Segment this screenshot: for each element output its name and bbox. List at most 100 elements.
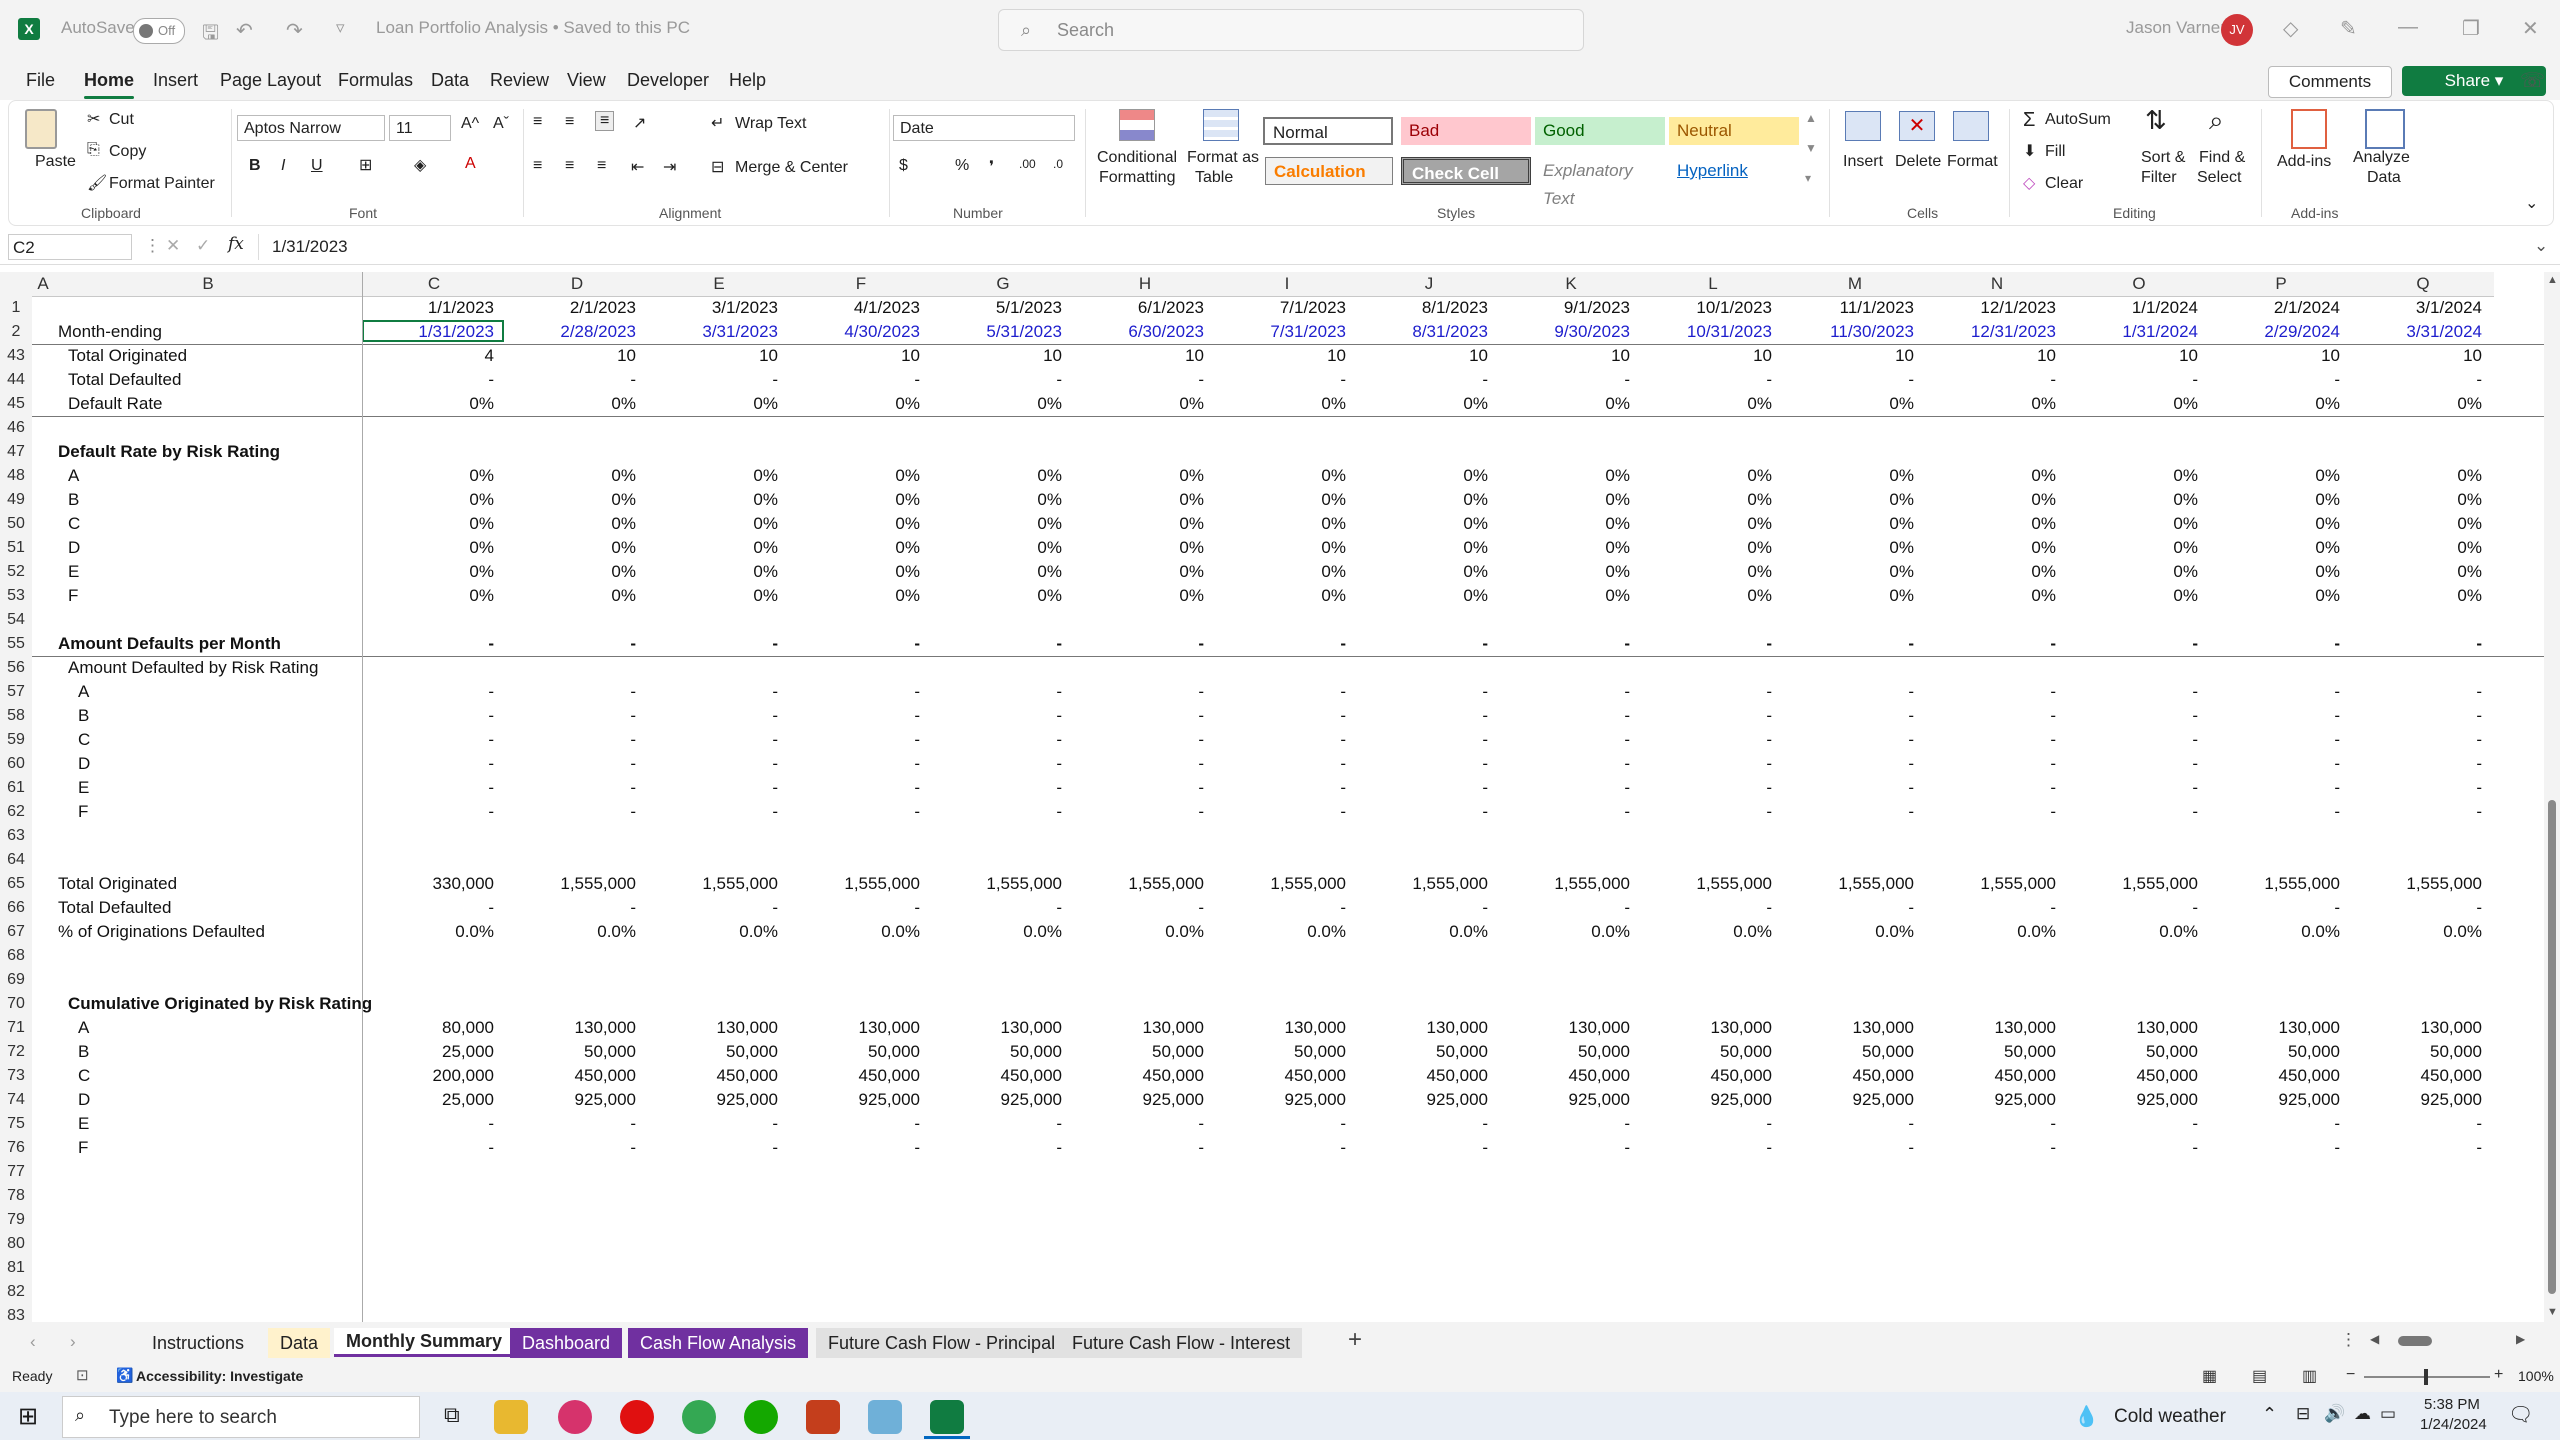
wrap-text-button[interactable]: Wrap Text	[735, 115, 806, 133]
value-cell[interactable]: 0%	[1784, 586, 1914, 606]
value-cell[interactable]: 0%	[362, 514, 494, 534]
month-end-cell[interactable]: 6/30/2023	[1074, 322, 1204, 342]
value-cell[interactable]: 925,000	[1358, 1090, 1488, 1110]
value-cell[interactable]: 0%	[2068, 466, 2198, 486]
sheet-tab-dashboard[interactable]: Dashboard	[510, 1328, 623, 1358]
value-cell[interactable]: 0%	[1358, 562, 1488, 582]
increase-decimal-icon[interactable]: .00	[1019, 157, 1036, 171]
paste-icon[interactable]	[25, 109, 57, 149]
excel-taskbar-icon[interactable]	[930, 1400, 964, 1434]
value-cell[interactable]: 0%	[1216, 514, 1346, 534]
value-cell[interactable]: 0%	[932, 538, 1062, 558]
value-cell[interactable]: -	[1074, 778, 1204, 798]
date-cell[interactable]: 3/1/2024	[2352, 298, 2482, 318]
value-cell[interactable]: -	[1216, 898, 1346, 918]
column-header-g[interactable]: G	[932, 272, 1074, 297]
value-cell[interactable]: 0%	[932, 394, 1062, 414]
row-header[interactable]: 49	[0, 488, 32, 512]
value-cell[interactable]: -	[1784, 754, 1914, 774]
value-cell[interactable]: -	[1358, 682, 1488, 702]
value-cell[interactable]: -	[1926, 730, 2056, 750]
month-end-cell[interactable]: 12/31/2023	[1926, 322, 2056, 342]
value-cell[interactable]: 130,000	[932, 1018, 1062, 1038]
comma-icon[interactable]: ❜	[989, 157, 994, 177]
value-cell[interactable]: -	[1784, 1138, 1914, 1158]
snipping-tool-icon[interactable]	[558, 1400, 592, 1434]
value-cell[interactable]: 0.0%	[932, 922, 1062, 942]
row-header[interactable]: 65	[0, 872, 32, 896]
value-cell[interactable]: -	[2210, 706, 2340, 726]
value-cell[interactable]: 0%	[648, 466, 778, 486]
value-cell[interactable]: 25,000	[362, 1090, 494, 1110]
row-header[interactable]: 70	[0, 992, 32, 1016]
row-header[interactable]: 61	[0, 776, 32, 800]
value-cell[interactable]: -	[1216, 370, 1346, 390]
restore-icon[interactable]: ❐	[2462, 16, 2480, 41]
row-header[interactable]: 80	[0, 1232, 32, 1256]
sheet-tab-instructions[interactable]: Instructions	[140, 1328, 256, 1358]
value-cell[interactable]: 0%	[1074, 562, 1204, 582]
value-cell[interactable]: -	[790, 682, 920, 702]
value-cell[interactable]: 0%	[2352, 586, 2482, 606]
value-cell[interactable]: -	[1074, 1114, 1204, 1134]
value-cell[interactable]: -	[1500, 706, 1630, 726]
value-cell[interactable]: -	[1216, 634, 1346, 654]
value-cell[interactable]: -	[932, 1114, 1062, 1134]
row-label[interactable]: E	[68, 562, 79, 582]
value-cell[interactable]: -	[2210, 370, 2340, 390]
percent-icon[interactable]: %	[955, 157, 969, 175]
minimize-icon[interactable]: —	[2398, 16, 2418, 39]
row-header[interactable]: 67	[0, 920, 32, 944]
month-end-cell[interactable]: 2/28/2023	[506, 322, 636, 342]
delete-cells-icon[interactable]: ✕	[1899, 111, 1935, 141]
add-ins-icon[interactable]	[2291, 109, 2327, 149]
value-cell[interactable]: 0%	[1500, 514, 1630, 534]
style-hyperlink[interactable]: Hyperlink	[1669, 157, 1799, 185]
value-cell[interactable]: -	[1926, 898, 2056, 918]
conditional-formatting-icon[interactable]	[1119, 109, 1155, 141]
tab-home[interactable]: Home	[84, 70, 135, 99]
value-cell[interactable]: 10	[2210, 346, 2340, 366]
value-cell[interactable]: -	[1216, 1114, 1346, 1134]
value-cell[interactable]: 130,000	[1216, 1018, 1346, 1038]
clear-button[interactable]: Clear	[2045, 175, 2083, 193]
value-cell[interactable]: -	[1926, 1138, 2056, 1158]
row-header[interactable]: 60	[0, 752, 32, 776]
row-label[interactable]: Cumulative Originated by Risk Rating	[68, 994, 372, 1014]
macro-icon[interactable]: ⊡	[76, 1366, 89, 1384]
value-cell[interactable]: -	[1358, 706, 1488, 726]
row-label[interactable]: F	[68, 586, 78, 606]
row-header[interactable]: 51	[0, 536, 32, 560]
row-label[interactable]: D	[78, 754, 90, 774]
row-label[interactable]: A	[68, 466, 79, 486]
value-cell[interactable]: -	[1784, 682, 1914, 702]
value-cell[interactable]: -	[1642, 634, 1772, 654]
value-cell[interactable]: 0%	[2352, 538, 2482, 558]
value-cell[interactable]: 0%	[2068, 586, 2198, 606]
value-cell[interactable]: -	[2068, 370, 2198, 390]
value-cell[interactable]: 0%	[1216, 394, 1346, 414]
value-cell[interactable]: 0%	[1642, 490, 1772, 510]
save-icon[interactable]: 🖫	[202, 18, 219, 52]
value-cell[interactable]: 1,555,000	[1074, 874, 1204, 894]
row-label[interactable]: Total Defaulted	[58, 898, 171, 918]
value-cell[interactable]: 0%	[2210, 394, 2340, 414]
value-cell[interactable]: -	[506, 1114, 636, 1134]
value-cell[interactable]: -	[2352, 802, 2482, 822]
copy-button[interactable]: Copy	[109, 143, 146, 161]
value-cell[interactable]: 0%	[506, 562, 636, 582]
value-cell[interactable]: 1,555,000	[790, 874, 920, 894]
add-sheet-icon[interactable]: +	[1348, 1326, 1362, 1354]
value-cell[interactable]: 0%	[1500, 586, 1630, 606]
value-cell[interactable]: 0%	[1642, 466, 1772, 486]
value-cell[interactable]: -	[648, 370, 778, 390]
value-cell[interactable]: 130,000	[506, 1018, 636, 1038]
row-label[interactable]: F	[78, 1138, 88, 1158]
find-select-icon[interactable]: ⌕	[2209, 105, 2224, 137]
row-header[interactable]: 62	[0, 800, 32, 824]
value-cell[interactable]: 130,000	[1074, 1018, 1204, 1038]
value-cell[interactable]: 0%	[1784, 466, 1914, 486]
value-cell[interactable]: 50,000	[1926, 1042, 2056, 1062]
value-cell[interactable]: -	[2068, 634, 2198, 654]
task-view-icon[interactable]: ⧉	[444, 1402, 460, 1428]
